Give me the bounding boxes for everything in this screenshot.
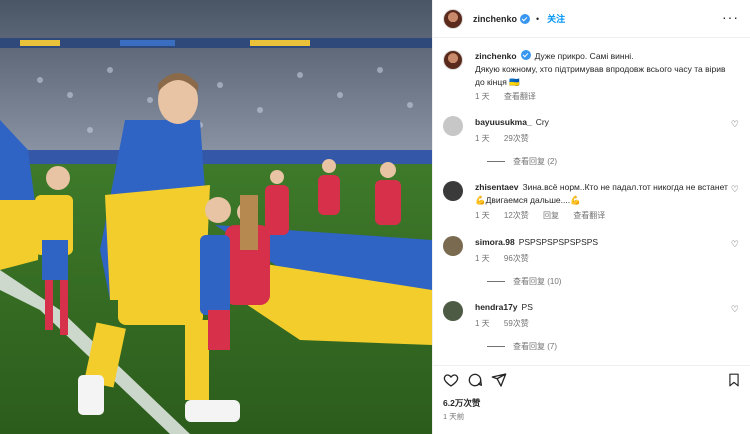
heart-icon[interactable]: ♡ bbox=[731, 119, 739, 130]
verified-icon bbox=[520, 50, 531, 60]
comment-likes[interactable]: 12次赞 bbox=[504, 211, 529, 220]
post-header: zinchenko • 关注 ··· bbox=[433, 0, 750, 38]
avatar[interactable] bbox=[443, 181, 463, 201]
heart-icon[interactable] bbox=[443, 372, 459, 388]
comment-text: bayuusukma_ Cry bbox=[475, 116, 730, 129]
bookmark-icon[interactable] bbox=[727, 372, 741, 388]
heart-icon[interactable]: ♡ bbox=[731, 184, 739, 195]
post-photo-illustration bbox=[0, 0, 432, 434]
comment-text: simora.98 PSPSPSPSPSPSPS bbox=[475, 236, 730, 249]
reply-link[interactable]: 回复 bbox=[543, 211, 559, 220]
comment-meta: 1 天 59次赞 bbox=[475, 318, 541, 329]
comment-time[interactable]: 1 天 bbox=[475, 254, 490, 263]
caption-time[interactable]: 1 天 bbox=[475, 92, 490, 101]
comment-text: zhisentaev Зина.всё норм..Кто не падал.то… bbox=[475, 181, 730, 207]
view-replies-link[interactable]: 查看回复 (10) bbox=[487, 276, 561, 287]
avatar[interactable] bbox=[443, 116, 463, 136]
comment-username[interactable]: zhisentaev bbox=[475, 182, 518, 192]
heart-icon[interactable]: ♡ bbox=[731, 239, 739, 250]
avatar[interactable] bbox=[443, 236, 463, 256]
comment-meta: 1 天 96次赞 bbox=[475, 253, 541, 264]
comment-meta: 1 天 29次赞 bbox=[475, 133, 541, 144]
comment-time[interactable]: 1 天 bbox=[475, 134, 490, 143]
avatar[interactable] bbox=[443, 8, 463, 29]
follow-button[interactable]: 关注 bbox=[547, 12, 565, 25]
comment-username[interactable]: bayuusukma_ bbox=[475, 117, 532, 127]
more-icon[interactable]: ··· bbox=[722, 10, 739, 24]
likes-count[interactable]: 6.2万次赞 bbox=[443, 397, 480, 409]
comment-likes[interactable]: 96次赞 bbox=[504, 254, 529, 263]
comment-icon[interactable] bbox=[467, 372, 483, 388]
post-sidebar: zinchenko • 关注 ··· zinchenko Дуже прикро.… bbox=[432, 0, 750, 434]
comment-username[interactable]: hendra17y bbox=[475, 302, 518, 312]
comment-text: hendra17y PS bbox=[475, 301, 730, 314]
see-translation-link[interactable]: 查看翻译 bbox=[504, 92, 536, 101]
comment-body: PS bbox=[521, 302, 533, 312]
caption-meta: 1 天 查看翻译 bbox=[475, 91, 548, 102]
comment-body: Cry bbox=[535, 117, 549, 127]
username[interactable]: zinchenko bbox=[473, 14, 517, 24]
comment-username[interactable]: simora.98 bbox=[475, 237, 515, 247]
comment-likes[interactable]: 59次赞 bbox=[504, 319, 529, 328]
view-replies-link[interactable]: 查看回复 (7) bbox=[487, 341, 557, 352]
caption-line2: Дякую кожному, хто підтримував впродовж … bbox=[475, 64, 726, 87]
comment-time[interactable]: 1 天 bbox=[475, 211, 490, 220]
share-icon[interactable] bbox=[491, 372, 507, 388]
separator-dot: • bbox=[536, 13, 540, 24]
comment-likes[interactable]: 29次赞 bbox=[504, 134, 529, 143]
avatar[interactable] bbox=[443, 50, 463, 70]
avatar[interactable] bbox=[443, 301, 463, 321]
post-image[interactable] bbox=[0, 0, 432, 434]
comment-body: PSPSPSPSPSPSPS bbox=[518, 237, 599, 247]
action-icons bbox=[443, 372, 507, 388]
comment-time[interactable]: 1 天 bbox=[475, 319, 490, 328]
caption-line1: Дуже прикро. Самі винні. bbox=[534, 51, 634, 61]
see-translation-link[interactable]: 查看翻译 bbox=[573, 211, 605, 220]
post-time[interactable]: 1 天前 bbox=[443, 411, 464, 422]
comment-meta: 1 天 12次赞 回复 查看翻译 bbox=[475, 210, 617, 221]
view-replies-link[interactable]: 查看回复 (2) bbox=[487, 156, 557, 167]
caption-text: zinchenko Дуже прикро. Самі винні. Дякую … bbox=[475, 50, 730, 89]
post-actions: 6.2万次赞 1 天前 bbox=[433, 365, 750, 434]
caption-username[interactable]: zinchenko bbox=[475, 51, 517, 61]
verified-icon bbox=[520, 13, 531, 24]
heart-icon[interactable]: ♡ bbox=[731, 304, 739, 315]
